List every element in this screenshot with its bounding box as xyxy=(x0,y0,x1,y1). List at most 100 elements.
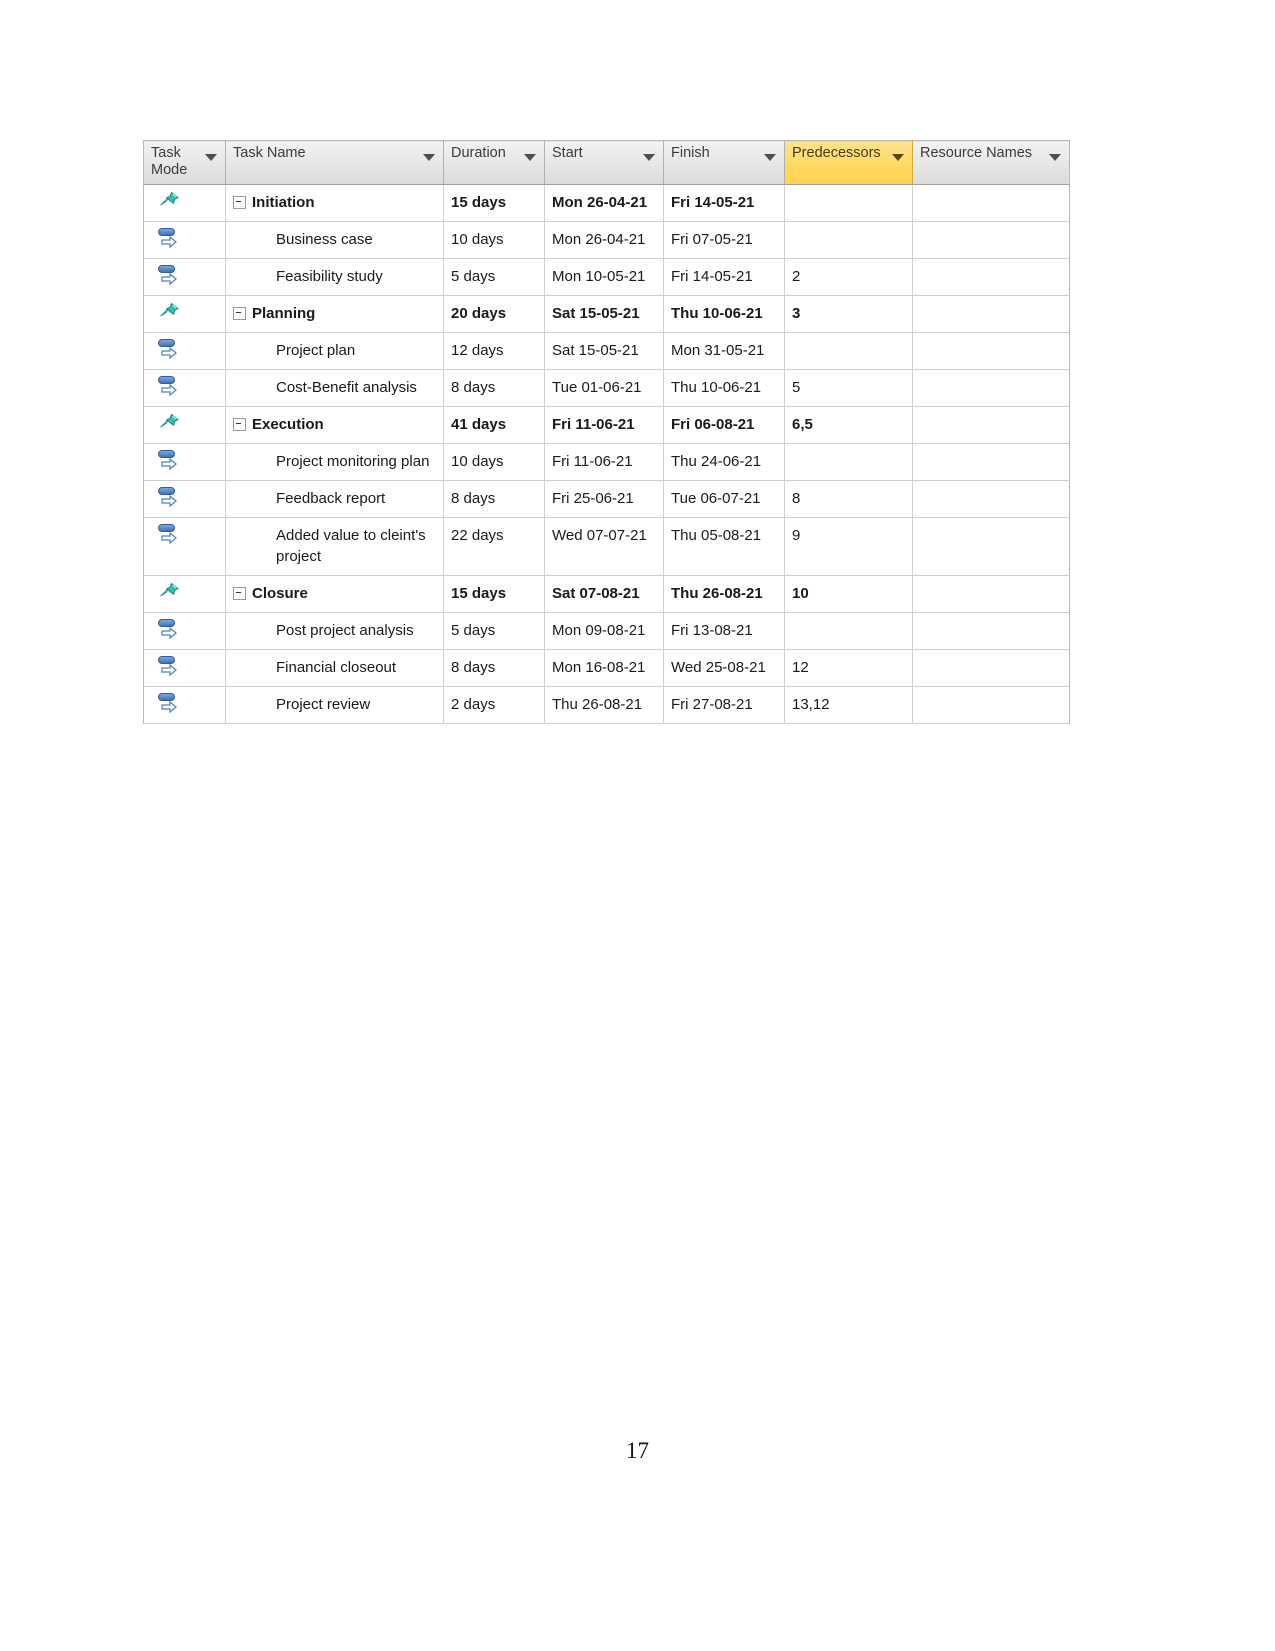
cell-finish-date[interactable]: Thu 05-08-21 xyxy=(663,517,785,576)
table-row[interactable]: Feedback report 8 days Fri 25-06-21 Tue 06-… xyxy=(143,480,1070,518)
collapse-minus-icon[interactable] xyxy=(233,307,246,320)
cell-finish-date[interactable]: Tue 06-07-21 xyxy=(663,480,785,518)
table-row[interactable]: Cost-Benefit analysis 8 days Tue 01-06-21 T… xyxy=(143,369,1070,407)
cell-task-name[interactable]: Project review xyxy=(225,686,444,724)
column-header-dur[interactable]: Duration xyxy=(443,140,545,185)
cell-finish-date[interactable]: Thu 10-06-21 xyxy=(663,295,785,333)
table-row[interactable]: Project review 2 days Thu 26-08-21 Fri 27-0… xyxy=(143,686,1070,724)
cell-task-mode[interactable] xyxy=(143,517,226,576)
cell-finish-date[interactable]: Mon 31-05-21 xyxy=(663,332,785,370)
cell-start-date[interactable]: Sat 15-05-21 xyxy=(544,295,664,333)
column-header-mode[interactable]: Task Mode xyxy=(143,140,226,185)
chevron-down-icon[interactable] xyxy=(892,154,904,161)
cell-predecessors[interactable]: 2 xyxy=(784,258,913,296)
cell-duration[interactable]: 15 days xyxy=(443,184,545,222)
cell-task-mode[interactable] xyxy=(143,686,226,724)
cell-task-mode[interactable] xyxy=(143,575,226,613)
column-header-res[interactable]: Resource Names xyxy=(912,140,1070,185)
cell-task-mode[interactable] xyxy=(143,221,226,259)
cell-task-name[interactable]: Planning xyxy=(225,295,444,333)
cell-finish-date[interactable]: Thu 10-06-21 xyxy=(663,369,785,407)
cell-task-mode[interactable] xyxy=(143,443,226,481)
cell-predecessors[interactable]: 8 xyxy=(784,480,913,518)
cell-duration[interactable]: 15 days xyxy=(443,575,545,613)
cell-resource-names[interactable] xyxy=(912,575,1070,613)
cell-task-name[interactable]: Cost-Benefit analysis xyxy=(225,369,444,407)
cell-duration[interactable]: 8 days xyxy=(443,649,545,687)
cell-duration[interactable]: 8 days xyxy=(443,480,545,518)
cell-task-mode[interactable] xyxy=(143,369,226,407)
column-header-start[interactable]: Start xyxy=(544,140,664,185)
cell-duration[interactable]: 12 days xyxy=(443,332,545,370)
cell-task-mode[interactable] xyxy=(143,406,226,444)
cell-predecessors[interactable]: 9 xyxy=(784,517,913,576)
table-row[interactable]: Project plan 12 days Sat 15-05-21 Mon 31-05… xyxy=(143,332,1070,370)
table-row[interactable]: Closure 15 days Sat 07-08-21 Thu 26-08-21 10 xyxy=(143,575,1070,613)
cell-task-mode[interactable] xyxy=(143,649,226,687)
cell-start-date[interactable]: Mon 26-04-21 xyxy=(544,184,664,222)
cell-task-name[interactable]: Execution xyxy=(225,406,444,444)
column-header-name[interactable]: Task Name xyxy=(225,140,444,185)
cell-predecessors[interactable]: 13,12 xyxy=(784,686,913,724)
cell-duration[interactable]: 5 days xyxy=(443,258,545,296)
cell-start-date[interactable]: Thu 26-08-21 xyxy=(544,686,664,724)
cell-finish-date[interactable]: Wed 25-08-21 xyxy=(663,649,785,687)
cell-predecessors[interactable] xyxy=(784,184,913,222)
cell-start-date[interactable]: Mon 09-08-21 xyxy=(544,612,664,650)
cell-duration[interactable]: 2 days xyxy=(443,686,545,724)
cell-start-date[interactable]: Wed 07-07-21 xyxy=(544,517,664,576)
cell-task-mode[interactable] xyxy=(143,295,226,333)
table-row[interactable]: Feasibility study 5 days Mon 10-05-21 Fri 1… xyxy=(143,258,1070,296)
cell-finish-date[interactable]: Thu 26-08-21 xyxy=(663,575,785,613)
cell-predecessors[interactable]: 6,5 xyxy=(784,406,913,444)
cell-start-date[interactable]: Mon 10-05-21 xyxy=(544,258,664,296)
cell-predecessors[interactable]: 5 xyxy=(784,369,913,407)
cell-task-name[interactable]: Post project analysis xyxy=(225,612,444,650)
cell-predecessors[interactable]: 10 xyxy=(784,575,913,613)
cell-finish-date[interactable]: Fri 27-08-21 xyxy=(663,686,785,724)
cell-resource-names[interactable] xyxy=(912,612,1070,650)
cell-start-date[interactable]: Fri 25-06-21 xyxy=(544,480,664,518)
cell-resource-names[interactable] xyxy=(912,332,1070,370)
table-row[interactable]: Planning 20 days Sat 15-05-21 Thu 10-06-21 3 xyxy=(143,295,1070,333)
table-row[interactable]: Added value to cleint's project 22 days We… xyxy=(143,517,1070,576)
cell-resource-names[interactable] xyxy=(912,369,1070,407)
cell-duration[interactable]: 10 days xyxy=(443,221,545,259)
cell-resource-names[interactable] xyxy=(912,443,1070,481)
cell-task-name[interactable]: Feasibility study xyxy=(225,258,444,296)
cell-finish-date[interactable]: Fri 14-05-21 xyxy=(663,184,785,222)
table-row[interactable]: Business case 10 days Mon 26-04-21 Fri 07-0… xyxy=(143,221,1070,259)
collapse-minus-icon[interactable] xyxy=(233,418,246,431)
cell-start-date[interactable]: Mon 26-04-21 xyxy=(544,221,664,259)
cell-task-name[interactable]: Business case xyxy=(225,221,444,259)
cell-finish-date[interactable]: Fri 13-08-21 xyxy=(663,612,785,650)
table-row[interactable]: Post project analysis 5 days Mon 09-08-21 F… xyxy=(143,612,1070,650)
cell-resource-names[interactable] xyxy=(912,258,1070,296)
cell-duration[interactable]: 10 days xyxy=(443,443,545,481)
project-task-table[interactable]: Task Mode Task Name Duration Start Finish Pre… xyxy=(143,140,1070,724)
cell-resource-names[interactable] xyxy=(912,480,1070,518)
cell-finish-date[interactable]: Fri 06-08-21 xyxy=(663,406,785,444)
chevron-down-icon[interactable] xyxy=(643,154,655,161)
cell-task-name[interactable]: Financial closeout xyxy=(225,649,444,687)
cell-finish-date[interactable]: Fri 14-05-21 xyxy=(663,258,785,296)
table-row[interactable]: Financial closeout 8 days Mon 16-08-21 Wed … xyxy=(143,649,1070,687)
collapse-minus-icon[interactable] xyxy=(233,587,246,600)
cell-start-date[interactable]: Tue 01-06-21 xyxy=(544,369,664,407)
cell-resource-names[interactable] xyxy=(912,295,1070,333)
cell-resource-names[interactable] xyxy=(912,184,1070,222)
cell-task-name[interactable]: Feedback report xyxy=(225,480,444,518)
cell-task-mode[interactable] xyxy=(143,480,226,518)
chevron-down-icon[interactable] xyxy=(1049,154,1061,161)
cell-duration[interactable]: 8 days xyxy=(443,369,545,407)
chevron-down-icon[interactable] xyxy=(524,154,536,161)
cell-task-mode[interactable] xyxy=(143,258,226,296)
cell-predecessors[interactable] xyxy=(784,221,913,259)
cell-resource-names[interactable] xyxy=(912,686,1070,724)
cell-predecessors[interactable] xyxy=(784,332,913,370)
cell-task-mode[interactable] xyxy=(143,184,226,222)
cell-duration[interactable]: 20 days xyxy=(443,295,545,333)
cell-resource-names[interactable] xyxy=(912,517,1070,576)
cell-task-name[interactable]: Initiation xyxy=(225,184,444,222)
cell-duration[interactable]: 41 days xyxy=(443,406,545,444)
